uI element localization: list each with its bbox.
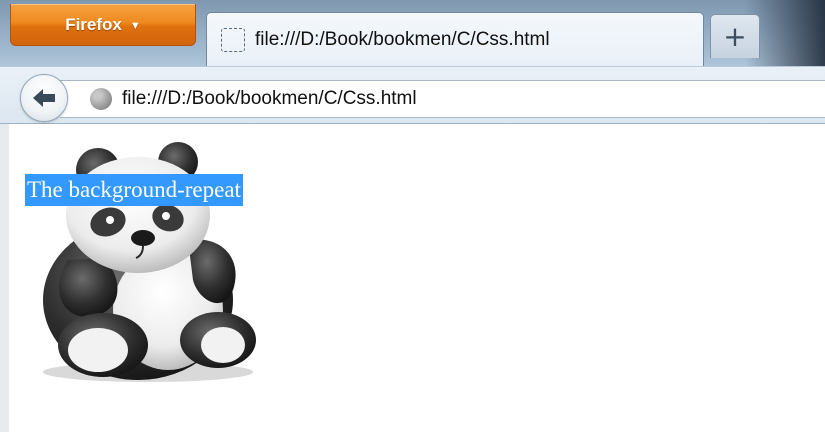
browser-tab[interactable]: file:///D:/Book/bookmen/C/Css.html bbox=[206, 12, 704, 66]
tab-title: file:///D:/Book/bookmen/C/Css.html bbox=[255, 28, 550, 50]
url-bar[interactable]: file:///D:/Book/bookmen/C/Css.html bbox=[60, 80, 825, 118]
back-button[interactable] bbox=[20, 74, 68, 122]
firefox-menu-label: Firefox bbox=[65, 14, 122, 34]
window-left-edge bbox=[0, 124, 9, 432]
new-tab-button[interactable]: + bbox=[710, 14, 760, 58]
globe-icon bbox=[90, 88, 112, 110]
blank-page-icon bbox=[221, 27, 245, 52]
chevron-down-icon: ▼ bbox=[129, 19, 141, 32]
url-text: file:///D:/Book/bookmen/C/Css.html bbox=[122, 88, 417, 109]
selected-text[interactable]: The background-repeat bbox=[25, 174, 243, 206]
firefox-menu-button[interactable]: Firefox ▼ bbox=[10, 4, 196, 46]
back-arrow-icon bbox=[33, 89, 55, 107]
